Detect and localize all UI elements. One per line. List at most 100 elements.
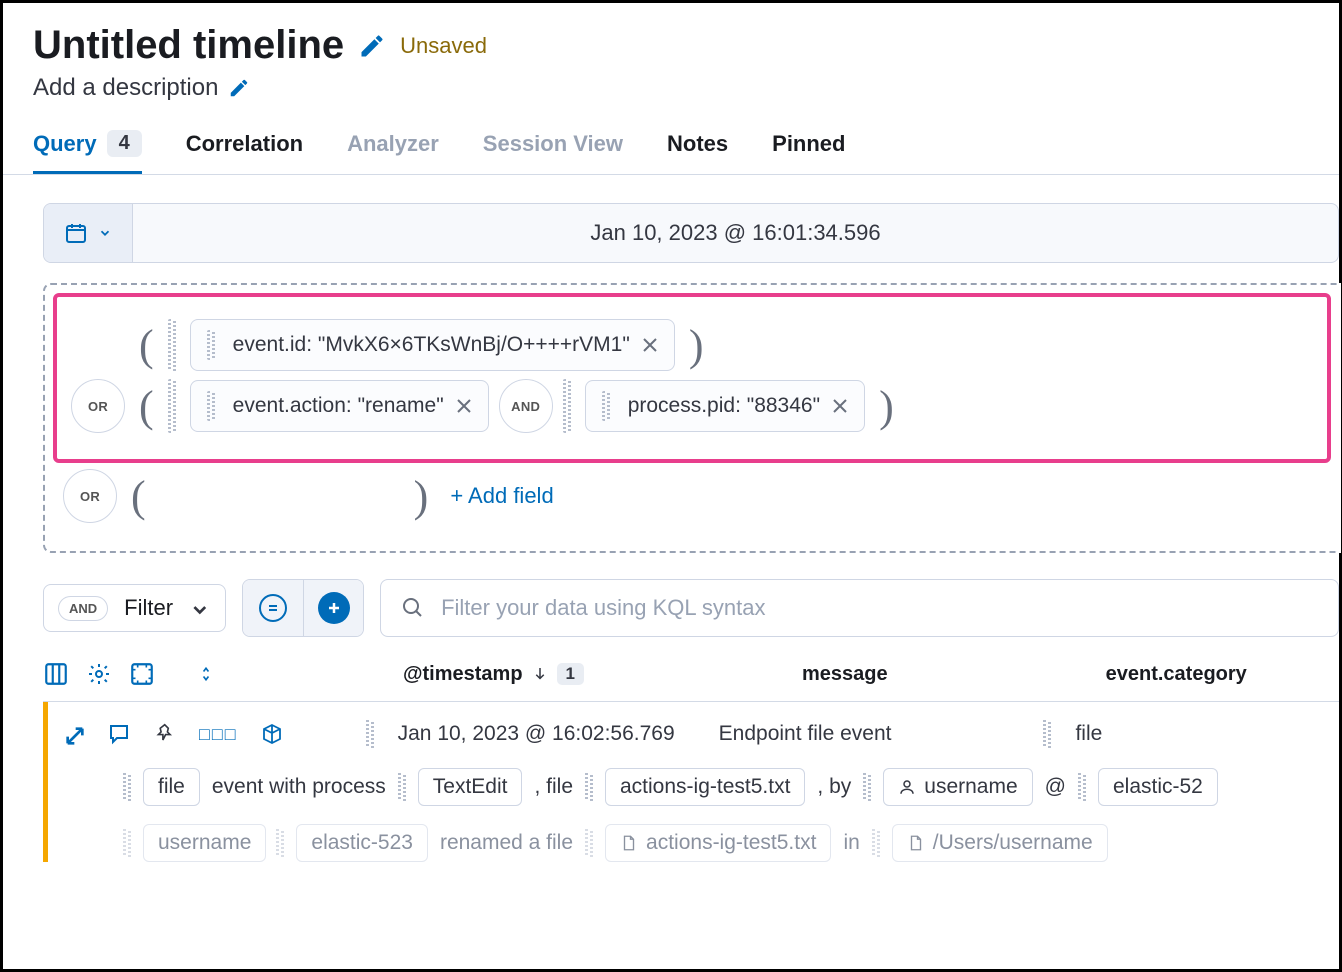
drag-handle-icon[interactable]	[168, 379, 178, 433]
close-icon[interactable]	[832, 398, 848, 414]
more-actions-icon[interactable]: □□□	[199, 724, 238, 745]
tab-correlation[interactable]: Correlation	[186, 130, 303, 174]
detail-token-user[interactable]: username	[883, 768, 1032, 806]
tab-pinned[interactable]: Pinned	[772, 130, 845, 174]
chevron-down-icon	[98, 226, 112, 240]
pin-icon[interactable]	[153, 722, 177, 746]
detail-token[interactable]: elastic-523	[296, 824, 428, 862]
drag-handle-icon[interactable]	[1043, 720, 1053, 748]
filter-dropdown[interactable]: AND Filter	[43, 584, 226, 632]
drag-handle-icon[interactable]	[123, 773, 133, 801]
drag-handle-icon[interactable]	[398, 773, 408, 801]
column-label: @timestamp	[403, 663, 523, 686]
operator-or[interactable]: OR	[63, 469, 117, 523]
detail-token-label: /Users/username	[933, 831, 1093, 855]
description-placeholder[interactable]: Add a description	[33, 74, 218, 102]
drag-handle-icon[interactable]	[123, 829, 133, 857]
detail-text: in	[841, 831, 861, 855]
tab-query[interactable]: Query 4	[33, 130, 142, 174]
edit-title-icon[interactable]	[358, 32, 386, 60]
highlighted-query-group: ( event.id: "MvkX6×6TKsWnBj/O++++rVM1" )…	[53, 293, 1331, 463]
page-title: Untitled timeline	[33, 23, 344, 68]
column-category[interactable]: event.category	[1106, 663, 1247, 686]
operator-or[interactable]: OR	[71, 379, 125, 433]
drag-handle-icon[interactable]	[1078, 773, 1088, 801]
detail-text: , file	[532, 775, 575, 799]
time-picker-button[interactable]	[44, 204, 133, 262]
close-icon[interactable]	[456, 398, 472, 414]
drag-handle-icon[interactable]	[366, 720, 376, 748]
tab-bar: Query 4 Correlation Analyzer Session Vie…	[3, 112, 1339, 175]
cube-icon[interactable]	[260, 722, 284, 746]
filter-equals-icon	[259, 594, 287, 622]
expand-icon[interactable]	[61, 722, 85, 746]
column-message[interactable]: message	[802, 663, 888, 686]
event-detail-row-2: username elastic-523 renamed a file acti…	[43, 806, 1339, 862]
drag-handle-icon[interactable]	[872, 829, 882, 857]
detail-token[interactable]: /Users/username	[892, 824, 1108, 862]
chevron-down-icon	[189, 599, 207, 617]
detail-token-label: username	[924, 775, 1017, 799]
calendar-icon	[64, 221, 88, 245]
drag-handle-icon[interactable]	[168, 319, 178, 371]
event-detail-row: file event with process TextEdit , file …	[43, 748, 1339, 806]
add-field-button[interactable]: + Add field	[450, 483, 553, 509]
drag-handle-icon[interactable]	[585, 773, 595, 801]
filter-pill-event-action[interactable]: event.action: "rename"	[190, 380, 489, 432]
detail-text: renamed a file	[438, 831, 575, 855]
fullscreen-icon[interactable]	[129, 661, 155, 687]
column-header-row: @timestamp 1 message event.category	[43, 661, 1339, 695]
close-paren-icon: )	[875, 381, 898, 432]
open-paren-icon: (	[127, 471, 150, 522]
column-timestamp[interactable]: @timestamp 1	[403, 663, 584, 686]
time-range-start[interactable]: Jan 10, 2023 @ 16:01:34.596	[133, 204, 1338, 262]
detail-token[interactable]: elastic-52	[1098, 768, 1218, 806]
filter-and-badge: AND	[58, 596, 108, 621]
gear-icon[interactable]	[87, 662, 111, 686]
open-paren-icon: (	[135, 320, 158, 371]
detail-token-label: actions-ig-test5.txt	[646, 831, 816, 855]
detail-token[interactable]: file	[143, 768, 200, 806]
cell-category: file	[1075, 722, 1102, 746]
document-icon	[620, 834, 638, 852]
filter-pill-event-id[interactable]: event.id: "MvkX6×6TKsWnBj/O++++rVM1"	[190, 319, 675, 371]
comment-icon[interactable]	[107, 722, 131, 746]
operator-and[interactable]: AND	[499, 379, 553, 433]
tab-notes[interactable]: Notes	[667, 130, 728, 174]
detail-text: @	[1043, 775, 1068, 799]
kql-input[interactable]: Filter your data using KQL syntax	[380, 579, 1339, 637]
search-icon	[401, 596, 425, 620]
tab-query-count: 4	[107, 130, 142, 157]
add-filter-button[interactable]	[303, 580, 363, 636]
close-icon[interactable]	[642, 337, 658, 353]
drag-handle-icon[interactable]	[276, 829, 286, 857]
tab-session-view: Session View	[483, 130, 623, 174]
filter-pill-process-pid[interactable]: process.pid: "88346"	[585, 380, 865, 432]
drag-handle-icon[interactable]	[863, 773, 873, 801]
plus-icon	[318, 592, 350, 624]
columns-icon[interactable]	[43, 661, 69, 687]
time-range-bar: Jan 10, 2023 @ 16:01:34.596	[43, 203, 1339, 263]
document-icon	[907, 834, 925, 852]
drag-handle-icon[interactable]	[585, 829, 595, 857]
detail-token[interactable]: actions-ig-test5.txt	[605, 768, 805, 806]
open-paren-icon: (	[135, 381, 158, 432]
drag-handle-icon[interactable]	[563, 379, 573, 433]
drag-handle-icon[interactable]	[207, 391, 217, 421]
user-icon	[898, 778, 916, 796]
drag-handle-icon[interactable]	[602, 391, 612, 421]
query-dropzone[interactable]: ( event.id: "MvkX6×6TKsWnBj/O++++rVM1" )…	[43, 283, 1339, 553]
detail-token[interactable]: username	[143, 824, 266, 862]
edit-description-icon[interactable]	[228, 77, 250, 99]
detail-token[interactable]: actions-ig-test5.txt	[605, 824, 831, 862]
unsaved-badge: Unsaved	[400, 33, 487, 59]
row-accent	[43, 702, 48, 862]
filter-options-button[interactable]	[243, 580, 303, 636]
sort-icon[interactable]	[197, 665, 215, 683]
kql-placeholder: Filter your data using KQL syntax	[441, 595, 765, 621]
filter-pill-label: event.action: "rename"	[233, 394, 444, 418]
detail-text: event with process	[210, 775, 388, 799]
filter-label: Filter	[124, 595, 173, 621]
detail-token[interactable]: TextEdit	[418, 768, 523, 806]
drag-handle-icon[interactable]	[207, 330, 217, 360]
